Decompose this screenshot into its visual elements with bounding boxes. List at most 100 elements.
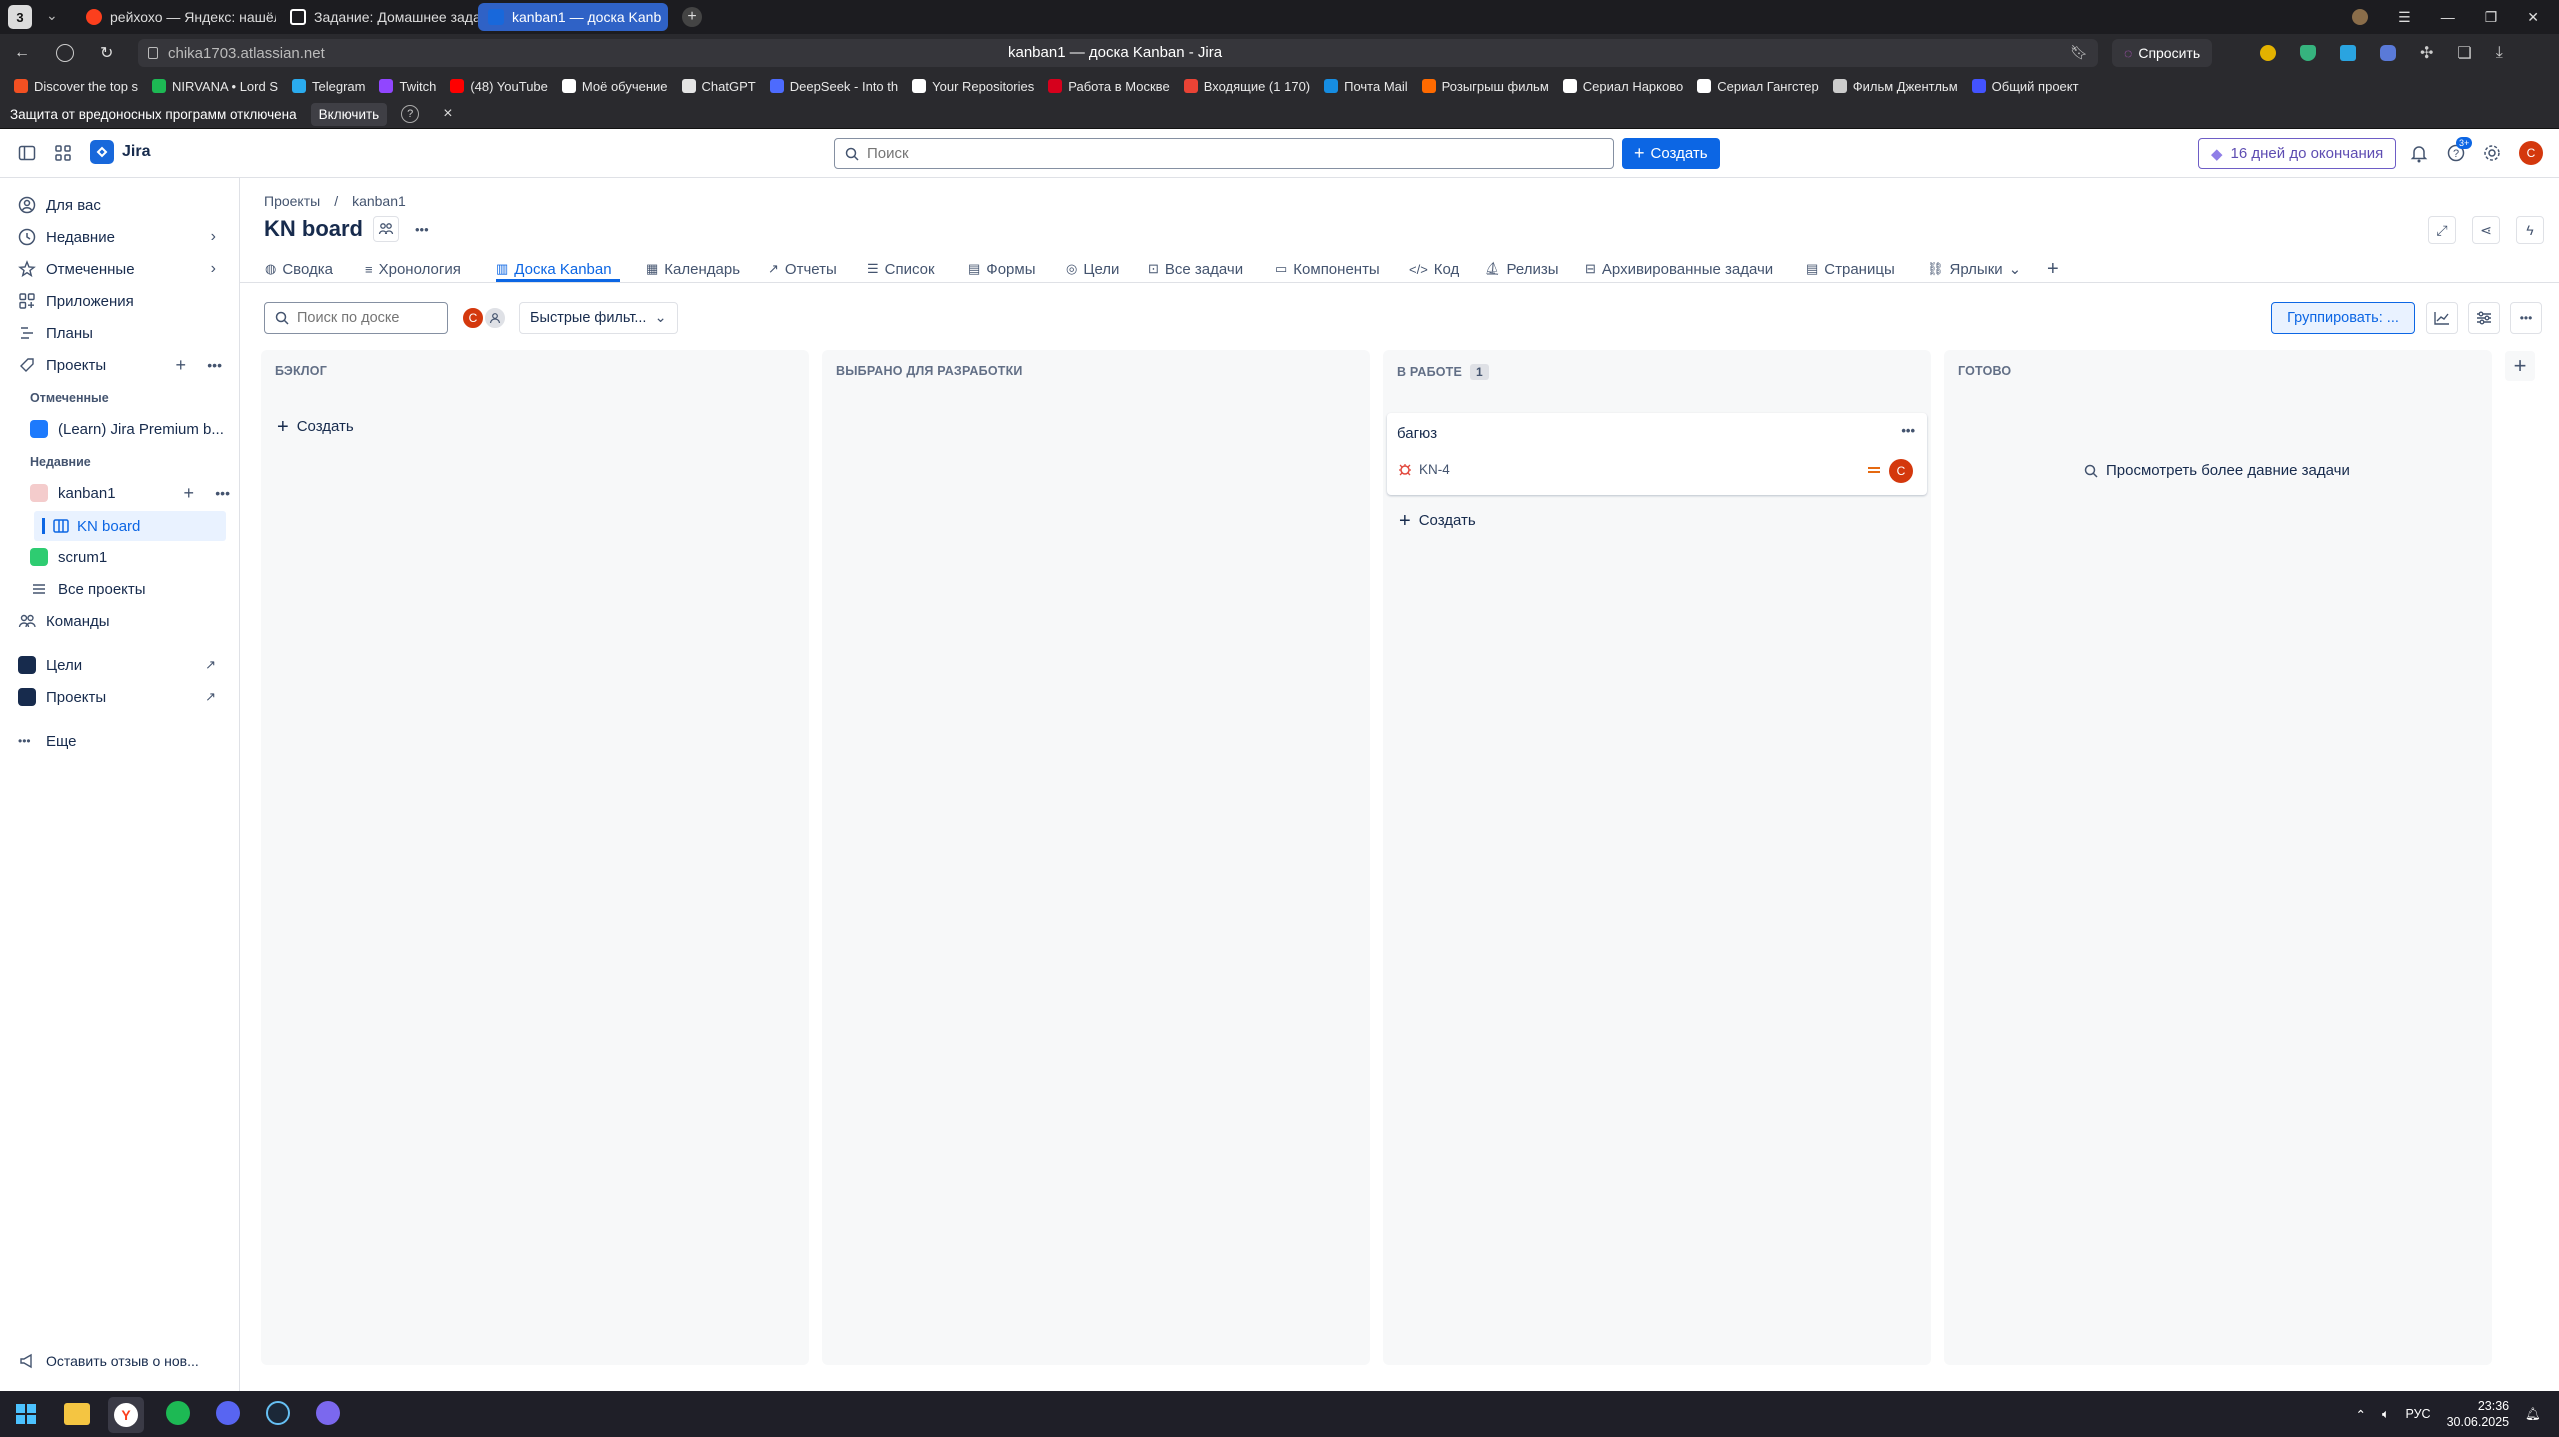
windows-start-icon[interactable] bbox=[16, 1404, 36, 1424]
bookmark-item[interactable]: Почта Mail bbox=[1324, 79, 1408, 94]
unassigned-filter-icon[interactable] bbox=[483, 306, 507, 330]
bookmark-item[interactable]: Моё обучение bbox=[561, 79, 668, 94]
breadcrumb-projects[interactable]: Проекты bbox=[264, 193, 320, 209]
reload-icon[interactable]: ↻ bbox=[100, 43, 113, 63]
enable-protection-button[interactable]: Включить bbox=[310, 102, 388, 126]
sidebar-item-for-you[interactable]: Для вас bbox=[18, 191, 228, 219]
bookmark-item[interactable]: Фильм Джентльм bbox=[1832, 79, 1958, 94]
more-icon[interactable]: ••• bbox=[207, 357, 222, 373]
create-button[interactable]: + Создать bbox=[1622, 138, 1720, 169]
yandex-browser-taskbar-icon[interactable]: Y bbox=[108, 1397, 144, 1433]
file-explorer-icon[interactable] bbox=[64, 1403, 90, 1425]
fullscreen-icon[interactable]: ⤢ bbox=[2428, 216, 2456, 244]
sidebar-item-goals[interactable]: Цели ↗ bbox=[18, 651, 228, 679]
sidebar-item-starred[interactable]: Отмеченные › bbox=[18, 255, 228, 283]
bookmark-item[interactable]: Розыгрыш фильм bbox=[1421, 79, 1549, 94]
tab-timeline[interactable]: ≡ Хронология bbox=[365, 257, 461, 281]
board-search-input[interactable] bbox=[297, 310, 442, 326]
sidebar-item-projects-link[interactable]: Проекты ↗ bbox=[18, 683, 228, 711]
search-input[interactable] bbox=[867, 145, 1567, 162]
global-search[interactable] bbox=[834, 138, 1614, 169]
sidebar-item-recent[interactable]: Недавние › bbox=[18, 223, 228, 251]
extension-icon[interactable] bbox=[2260, 45, 2276, 61]
restore-icon[interactable]: ❐ bbox=[2485, 9, 2498, 26]
bookmark-item[interactable]: Telegram bbox=[292, 79, 365, 94]
browser-tab-active[interactable]: kanban1 — доска Kanb ✕ bbox=[478, 3, 668, 31]
tab-goals[interactable]: ◎ Цели bbox=[1066, 257, 1119, 281]
help-icon[interactable]: ? bbox=[401, 105, 420, 123]
app-icon[interactable] bbox=[316, 1401, 340, 1425]
breadcrumb-project[interactable]: kanban1 bbox=[352, 193, 406, 209]
bookmark-item[interactable]: Your Repositories bbox=[912, 79, 1034, 94]
tab-counter[interactable]: 3 bbox=[8, 5, 32, 29]
tab-shortcuts[interactable]: ⛓︎ Ярлыки ⌄ bbox=[1927, 257, 2021, 281]
quick-filters-dropdown[interactable]: Быстрые фильт... ⌄ bbox=[519, 302, 678, 334]
back-icon[interactable]: ← bbox=[14, 44, 30, 62]
notifications-icon[interactable]: 🔔︎ bbox=[2525, 1407, 2541, 1422]
volume-icon[interactable]: 🔈︎ bbox=[2382, 1407, 2390, 1422]
avatar[interactable]: C bbox=[2519, 141, 2543, 165]
board-search[interactable] bbox=[264, 302, 448, 334]
bookmark-item[interactable]: Сериал Гангстер bbox=[1697, 79, 1819, 94]
view-older-tasks-button[interactable]: Просмотреть более давние задачи bbox=[2084, 462, 2350, 479]
sidebar-starred-project[interactable]: (Learn) Jira Premium b... bbox=[30, 415, 230, 443]
share-icon[interactable]: ⋖ bbox=[2472, 216, 2500, 244]
tab-reports[interactable]: ↗ Отчеты bbox=[768, 257, 837, 281]
steam-icon[interactable] bbox=[266, 1401, 290, 1425]
view-settings-icon[interactable] bbox=[2468, 302, 2500, 334]
download-icon[interactable]: ⤓ bbox=[2496, 44, 2503, 62]
bookmark-item[interactable]: (48) YouTube bbox=[450, 79, 548, 94]
tab-archive[interactable]: ⊟ Архивированные задачи bbox=[1585, 257, 1773, 281]
collections-icon[interactable]: ❏ bbox=[2457, 43, 2471, 63]
issue-key[interactable]: KN-4 bbox=[1419, 462, 1450, 477]
tab-releases[interactable]: ⛵︎ Релизы bbox=[1484, 257, 1559, 281]
create-issue-button[interactable]: + Создать bbox=[1399, 511, 1476, 531]
language-indicator[interactable]: РУС bbox=[2406, 1407, 2431, 1421]
bookmark-item[interactable]: Twitch bbox=[379, 79, 436, 94]
bookmark-item[interactable]: ChatGPT bbox=[681, 79, 756, 94]
ask-button[interactable]: ◌ Спросить bbox=[2112, 39, 2213, 67]
assignee-avatar[interactable]: C bbox=[1889, 459, 1913, 483]
tab-board[interactable]: ▥ Доска Kanban bbox=[496, 257, 612, 281]
issue-card[interactable]: багюз ••• KN-4 C bbox=[1387, 413, 1927, 495]
clock[interactable]: 23:36 30.06.2025 bbox=[2447, 1398, 2510, 1430]
more-icon[interactable]: ••• bbox=[2510, 302, 2542, 334]
help-icon[interactable]: ? 3+ bbox=[2446, 137, 2473, 163]
close-window-icon[interactable]: ✕ bbox=[2527, 9, 2539, 26]
sidebar-item-plans[interactable]: Планы bbox=[18, 319, 228, 347]
sidebar-scrum-project[interactable]: scrum1 bbox=[30, 543, 230, 571]
card-more-icon[interactable]: ••• bbox=[1901, 423, 1915, 438]
menu-icon[interactable]: ☰ bbox=[2398, 9, 2411, 26]
browser-tab[interactable]: рейхохо — Яндекс: нашёл bbox=[76, 3, 276, 31]
tab-calendar[interactable]: ▦ Календарь bbox=[646, 257, 740, 281]
more-icon[interactable]: ••• bbox=[415, 222, 429, 237]
sidebar-item-teams[interactable]: Команды bbox=[18, 607, 228, 635]
browser-tab[interactable]: Задание: Домашнее зада bbox=[280, 3, 480, 31]
puzzle-icon[interactable]: ✣ bbox=[2420, 43, 2433, 63]
spotify-icon[interactable] bbox=[166, 1401, 190, 1425]
sidebar-toggle-icon[interactable] bbox=[18, 144, 36, 162]
bookmark-item[interactable]: Сериал Нарково bbox=[1562, 79, 1683, 94]
tab-pages[interactable]: ▤ Страницы bbox=[1806, 257, 1895, 281]
tab-globe[interactable]: ◍ Сводка bbox=[265, 257, 333, 281]
minimize-icon[interactable]: — bbox=[2441, 9, 2455, 25]
shield-extension-icon[interactable] bbox=[2300, 45, 2316, 61]
bookmark-item[interactable]: Общий проект bbox=[1971, 79, 2079, 94]
shield-icon[interactable] bbox=[56, 44, 74, 62]
tab-all-issues[interactable]: ⊡ Все задачи bbox=[1148, 257, 1243, 281]
sidebar-item-apps[interactable]: Приложения bbox=[18, 287, 228, 315]
plus-icon[interactable]: + bbox=[175, 355, 186, 376]
bookmark-item[interactable]: Discover the top s bbox=[14, 79, 138, 94]
bookmark-item[interactable]: Входящие (1 170) bbox=[1183, 79, 1310, 94]
sidebar-item-kn-board[interactable]: KN board bbox=[34, 511, 226, 541]
translate-icon[interactable] bbox=[2340, 45, 2356, 61]
tab-components[interactable]: ▭ Компоненты bbox=[1275, 257, 1380, 281]
add-tab-button[interactable]: + bbox=[2047, 257, 2059, 281]
add-column-button[interactable]: + bbox=[2505, 351, 2535, 381]
assignee-filter-avatar[interactable]: C bbox=[461, 306, 485, 330]
bookmark-item[interactable]: NIRVANA • Lord S bbox=[152, 79, 278, 94]
more-icon[interactable]: ••• bbox=[215, 485, 230, 501]
feedback-button[interactable]: Оставить отзыв о нов... bbox=[18, 1347, 228, 1375]
bookmark-icon[interactable]: 🔖︎ bbox=[2070, 44, 2088, 61]
bookmark-item[interactable]: DeepSeek - Into th bbox=[769, 79, 898, 94]
